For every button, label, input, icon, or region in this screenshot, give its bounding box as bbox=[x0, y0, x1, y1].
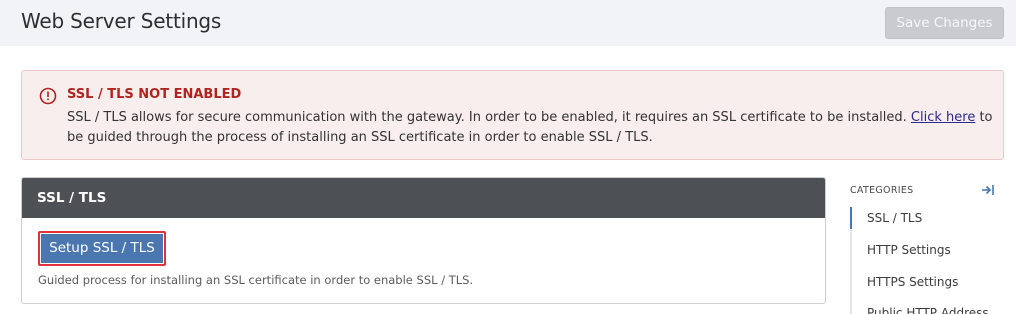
category-ssl-tls[interactable]: SSL / TLS bbox=[867, 211, 922, 225]
alert-message: SSL / TLS allows for secure communicatio… bbox=[67, 108, 997, 148]
setup-ssl-tls-button[interactable]: Setup SSL / TLS bbox=[38, 231, 166, 266]
ssl-tls-panel: SSL / TLS Setup SSL / TLS Guided process… bbox=[21, 177, 826, 304]
exclamation-circle-icon bbox=[39, 87, 57, 105]
page-title: Web Server Settings bbox=[21, 9, 222, 33]
categories-heading: CATEGORIES bbox=[850, 185, 914, 196]
category-https-settings[interactable]: HTTPS Settings bbox=[867, 275, 958, 289]
ssl-warning-alert: SSL / TLS NOT ENABLED SSL / TLS allows f… bbox=[21, 70, 1004, 160]
active-category-indicator bbox=[850, 207, 852, 229]
save-changes-button[interactable]: Save Changes bbox=[885, 7, 1004, 39]
category-public-http-address[interactable]: Public HTTP Address bbox=[867, 306, 989, 314]
alert-title: SSL / TLS NOT ENABLED bbox=[67, 87, 242, 102]
collapse-sidebar-icon[interactable] bbox=[981, 183, 995, 197]
page-header: Web Server Settings Save Changes bbox=[0, 0, 1016, 46]
panel-description: Guided process for installing an SSL cer… bbox=[38, 273, 474, 287]
category-http-settings[interactable]: HTTP Settings bbox=[867, 243, 951, 257]
panel-title: SSL / TLS bbox=[22, 178, 825, 218]
alert-text-before: SSL / TLS allows for secure communicatio… bbox=[67, 110, 911, 125]
click-here-link[interactable]: Click here bbox=[911, 110, 975, 125]
